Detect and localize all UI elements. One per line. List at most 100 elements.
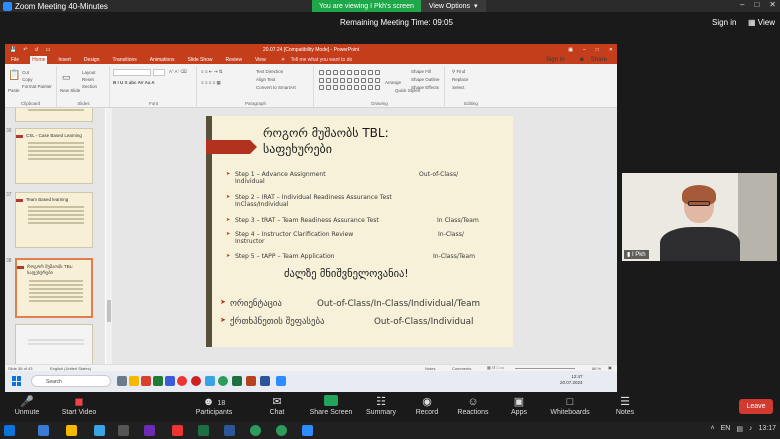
tab-transitions[interactable]: Transitions <box>111 56 139 64</box>
select-button[interactable]: Select <box>452 85 465 90</box>
layout-button[interactable]: Layout <box>82 70 96 75</box>
thumbnail-36[interactable]: CSL - Case Based Learning <box>15 128 93 184</box>
shapes-gallery[interactable] <box>319 70 381 92</box>
record-button[interactable]: ◉ Record <box>414 395 440 416</box>
start-video-button[interactable]: ◼ Start Video <box>58 395 100 416</box>
chevron-up-icon[interactable]: ˄ <box>711 425 715 433</box>
ppt-sign-in[interactable]: Sign in <box>544 55 567 64</box>
reset-button[interactable]: Reset <box>82 77 94 82</box>
leave-button[interactable]: Leave <box>739 399 773 414</box>
tab-design[interactable]: Design <box>82 56 102 64</box>
new-slide-icon[interactable]: ▭ <box>62 72 71 83</box>
app-icon[interactable] <box>38 425 49 436</box>
list-buttons[interactable]: ≡ ≡ ⇤ ⇥ ⇅ <box>201 69 223 75</box>
windows-start-icon[interactable] <box>12 376 22 386</box>
word-icon[interactable] <box>224 425 235 436</box>
tab-animations[interactable]: Animations <box>148 56 177 64</box>
paste-button[interactable]: Paste <box>8 88 20 93</box>
zoom-slider[interactable] <box>515 368 575 369</box>
word-icon[interactable] <box>260 376 270 386</box>
text-direction-button[interactable]: Text Direction <box>256 69 283 74</box>
tell-me-search[interactable]: ☀ Tell me what you want to do <box>277 56 357 64</box>
view-button[interactable]: ▦ View <box>748 18 775 27</box>
app-icon[interactable] <box>94 425 105 436</box>
folder-icon[interactable] <box>129 376 139 386</box>
new-slide-button[interactable]: New Slide <box>60 88 80 93</box>
maximize-icon[interactable]: □ <box>754 0 759 9</box>
tab-slide-show[interactable]: Slide Show <box>186 56 215 64</box>
taskbar-search[interactable]: Search <box>31 375 111 387</box>
ppt-minimize-icon[interactable]: – <box>583 47 586 53</box>
thumbnail-37[interactable]: Team Based learning <box>15 192 93 248</box>
participant-video[interactable]: ▮ I Pkh <box>622 173 777 261</box>
shape-fill-button[interactable]: Shape Fill <box>411 69 431 74</box>
tab-home[interactable]: Home <box>30 56 48 64</box>
task-view-icon[interactable] <box>117 376 127 386</box>
app-icon[interactable] <box>144 425 155 436</box>
font-size-box[interactable] <box>153 69 165 76</box>
summary-button[interactable]: ☷ Summary <box>364 395 398 416</box>
tab-file[interactable]: File <box>9 56 21 64</box>
excel-icon[interactable] <box>198 425 209 436</box>
minimize-icon[interactable]: – <box>740 0 744 9</box>
redo-icon[interactable]: ↺ <box>34 47 38 53</box>
chrome-icon[interactable] <box>276 425 287 436</box>
chrome-icon[interactable] <box>218 376 228 386</box>
shape-outline-button[interactable]: Shape Outline <box>411 77 440 82</box>
sign-in-link[interactable]: Sign in <box>712 18 736 27</box>
section-button[interactable]: Section <box>82 84 97 89</box>
app-icon[interactable] <box>205 376 215 386</box>
zoom-icon[interactable] <box>276 376 286 386</box>
clock[interactable]: 13:17 <box>758 425 776 433</box>
slideshow-icon[interactable]: ▭ <box>46 47 51 53</box>
participants-button[interactable]: ☻ 18 Participants <box>193 395 235 416</box>
app-icon[interactable] <box>165 376 175 386</box>
tab-review[interactable]: Review <box>224 56 244 64</box>
save-icon[interactable]: 💾 <box>10 47 16 53</box>
ribbon-display-icon[interactable]: ▣ <box>568 47 573 53</box>
shape-effects-button[interactable]: Shape Effects <box>411 85 439 90</box>
tab-view[interactable]: View <box>253 56 268 64</box>
volume-icon[interactable]: ♪ <box>749 425 753 433</box>
font-style-buttons[interactable]: B I U S abc AV Aa A <box>113 80 155 85</box>
convert-smartart-button[interactable]: Convert to SmartArt <box>256 85 296 90</box>
paste-icon[interactable]: 📋 <box>8 70 20 81</box>
app-icon[interactable] <box>172 425 183 436</box>
format-painter-button[interactable]: Format Painter <box>22 84 52 89</box>
zoom-icon[interactable] <box>302 425 313 436</box>
app-icon[interactable] <box>141 376 151 386</box>
fit-slide-icon[interactable]: ▣ <box>608 365 612 370</box>
share-button[interactable]: ☻ Share <box>575 55 611 64</box>
excel-icon[interactable] <box>232 376 242 386</box>
replace-button[interactable]: Replace <box>452 77 469 82</box>
undo-icon[interactable]: ↶ <box>23 47 27 53</box>
network-icon[interactable]: ▤ <box>736 425 743 433</box>
chrome-icon[interactable] <box>250 425 261 436</box>
notes-button[interactable]: ☰ Notes <box>614 395 636 416</box>
align-buttons[interactable]: ≡ ≡ ≡ ≡ ▦ <box>201 80 221 86</box>
tab-insert[interactable]: Insert <box>56 56 73 64</box>
ppt-maximize-icon[interactable]: □ <box>596 47 599 53</box>
close-icon[interactable]: ✕ <box>769 0 776 9</box>
font-name-box[interactable] <box>113 69 151 76</box>
thumbnail-35[interactable] <box>15 108 93 122</box>
thumbnail-38[interactable]: როგორ მუშაობს TBL: საფეხურები <box>15 258 93 318</box>
font-size-buttons[interactable]: Aˆ Aˇ ⌫ <box>169 69 187 75</box>
opera-icon[interactable] <box>191 376 201 386</box>
copy-button[interactable]: Copy <box>22 77 33 82</box>
share-screen-button[interactable]: Share Screen <box>309 395 353 416</box>
view-options-button[interactable]: View Options ▾ <box>420 0 486 12</box>
view-buttons[interactable]: ▦ ☷ □ ▭ <box>487 365 504 370</box>
app-icon[interactable] <box>153 376 163 386</box>
cut-button[interactable]: Cut <box>22 70 29 75</box>
apps-button[interactable]: ▣ Apps <box>508 395 530 416</box>
current-slide[interactable]: როგორ მუშაობს TBL: საფეხურები ➤ Step 1 –… <box>206 116 513 347</box>
find-button[interactable]: ⚲ Find <box>452 69 465 75</box>
reactions-button[interactable]: ☺ Reactions <box>456 395 490 416</box>
opera-icon[interactable] <box>177 376 187 386</box>
app-icon[interactable] <box>118 425 129 436</box>
align-text-button[interactable]: Align Text <box>256 77 275 82</box>
folder-icon[interactable] <box>66 425 77 436</box>
powerpoint-icon[interactable] <box>246 376 256 386</box>
ppt-close-icon[interactable]: ✕ <box>609 47 613 53</box>
